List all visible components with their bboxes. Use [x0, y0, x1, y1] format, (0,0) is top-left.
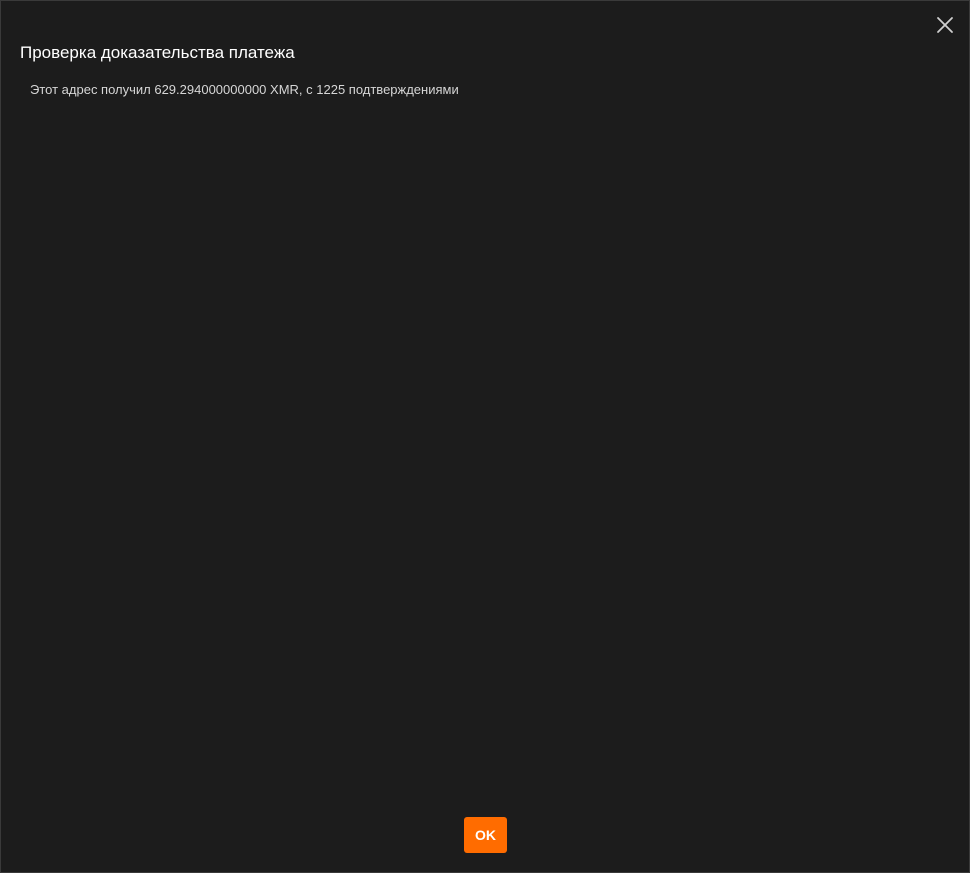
ok-button[interactable]: OK — [464, 817, 507, 853]
close-icon — [935, 15, 955, 35]
dialog-title: Проверка доказательства платежа — [20, 43, 295, 62]
payment-proof-message: Этот адрес получил 629.294000000000 XMR,… — [30, 82, 459, 97]
close-button[interactable] — [935, 15, 955, 35]
payment-proof-dialog: Проверка доказательства платежа Этот адр… — [0, 0, 970, 873]
